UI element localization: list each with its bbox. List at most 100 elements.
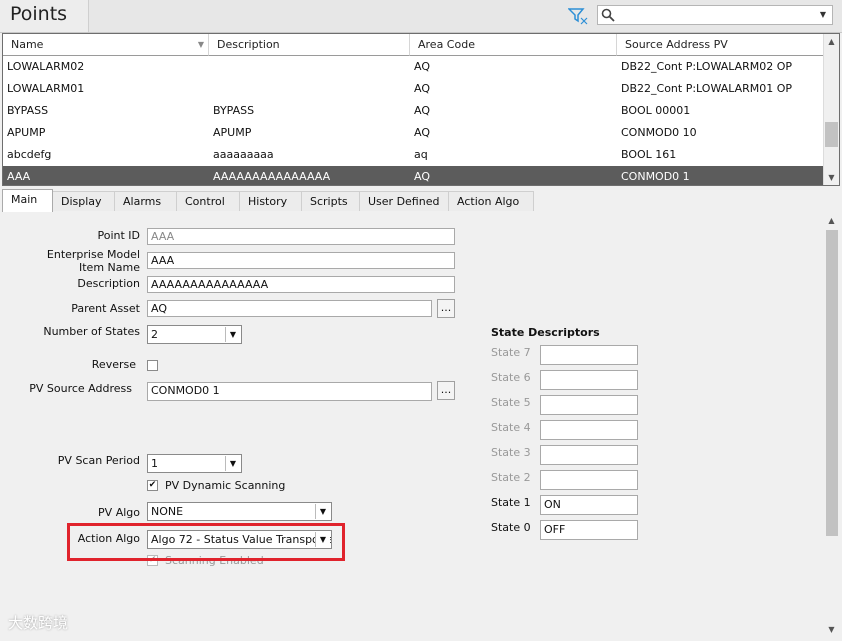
state-1-field[interactable]: ON xyxy=(540,495,638,515)
tab-scripts[interactable]: Scripts xyxy=(302,191,360,211)
filter-icon[interactable] xyxy=(568,7,588,25)
parent-asset-browse-button[interactable]: ... xyxy=(437,299,455,318)
cell-area-code: aq xyxy=(414,148,428,161)
table-row[interactable]: LOWALARM01 AQ DB22_Cont P:LOWALARM01 OP xyxy=(3,78,825,100)
state-2-label: State 2 xyxy=(491,471,531,484)
column-header-source-address[interactable]: Source Address PV xyxy=(617,34,825,56)
tab-user-defined[interactable]: User Defined xyxy=(360,191,449,211)
cell-source-address: DB22_Cont P:LOWALARM02 OP xyxy=(621,60,793,73)
reverse-label: Reverse xyxy=(91,358,136,371)
state-6-label: State 6 xyxy=(491,371,531,384)
cell-name: abcdefg xyxy=(7,148,52,161)
point-id-field: AAA xyxy=(147,228,455,245)
tab-alarms[interactable]: Alarms xyxy=(115,191,177,211)
cell-name: AAA xyxy=(7,170,31,183)
pv-algo-select[interactable]: NONE ▼ xyxy=(147,502,332,521)
tab-history[interactable]: History xyxy=(240,191,302,211)
cell-source-address: BOOL 00001 xyxy=(621,104,691,117)
tab-main[interactable]: Main xyxy=(2,189,53,212)
cell-area-code: AQ xyxy=(414,60,430,73)
state-1-label: State 1 xyxy=(491,496,531,509)
number-of-states-value: 2 xyxy=(151,328,158,341)
pv-scan-period-label: PV Scan Period xyxy=(57,454,140,467)
table-row[interactable]: LOWALARM02 AQ DB22_Cont P:LOWALARM02 OP xyxy=(3,56,825,78)
cell-source-address: CONMOD0 1 xyxy=(621,170,690,183)
state-3-label: State 3 xyxy=(491,446,531,459)
state-7-label: State 7 xyxy=(491,346,531,359)
number-of-states-select[interactable]: 2 ▼ xyxy=(147,325,242,344)
tab-control[interactable]: Control xyxy=(177,191,240,211)
chevron-down-icon[interactable]: ▼ xyxy=(225,456,240,471)
pv-source-address-browse-button[interactable]: ... xyxy=(437,381,455,400)
points-table: Name ▼ Description Area Code Source Addr… xyxy=(2,33,840,186)
state-descriptors-title: State Descriptors xyxy=(491,326,600,339)
pv-algo-value: NONE xyxy=(151,505,184,518)
cell-name: LOWALARM01 xyxy=(7,82,85,95)
pv-algo-label: PV Algo xyxy=(98,506,140,519)
cell-name: APUMP xyxy=(7,126,46,139)
page-title: Points xyxy=(10,3,68,25)
pv-dynamic-scanning-label: PV Dynamic Scanning xyxy=(165,479,286,492)
cell-description: BYPASS xyxy=(213,104,255,117)
reverse-checkbox[interactable] xyxy=(147,360,158,371)
search-input[interactable] xyxy=(620,7,814,25)
pv-scan-period-value: 1 xyxy=(151,457,158,470)
state-4-label: State 4 xyxy=(491,421,531,434)
table-row[interactable]: abcdefg aaaaaaaaa aq BOOL 161 xyxy=(3,144,825,166)
state-3-field[interactable] xyxy=(540,445,638,465)
state-2-field[interactable] xyxy=(540,470,638,490)
form-scroll-thumb[interactable] xyxy=(826,230,838,536)
pv-source-address-field[interactable]: CONMOD0 1 xyxy=(147,382,432,401)
enterprise-model-label-line1: Enterprise Model xyxy=(46,248,140,261)
state-5-label: State 5 xyxy=(491,396,531,409)
table-row-selected[interactable]: AAA AAAAAAAAAAAAAAA AQ CONMOD0 1 xyxy=(3,166,825,185)
cell-name: BYPASS xyxy=(7,104,49,117)
chevron-down-icon[interactable]: ▼ xyxy=(225,327,240,342)
state-6-field[interactable] xyxy=(540,370,638,390)
cell-area-code: AQ xyxy=(414,170,430,183)
tab-action-algo[interactable]: Action Algo xyxy=(449,191,534,211)
watermark-logo: 大数跨境 xyxy=(8,614,69,632)
pv-source-address-label: PV Source Address xyxy=(29,382,132,395)
cell-name: LOWALARM02 xyxy=(7,60,85,73)
enterprise-model-label: Enterprise Model Item Name xyxy=(2,248,140,274)
parent-asset-field[interactable]: AQ xyxy=(147,300,432,317)
cell-description: AAAAAAAAAAAAAAA xyxy=(213,170,331,183)
point-id-label: Point ID xyxy=(97,229,140,242)
sort-icon: ▼ xyxy=(197,40,204,49)
table-row[interactable]: APUMP APUMP AQ CONMOD0 10 xyxy=(3,122,825,144)
column-header-area-code[interactable]: Area Code xyxy=(410,34,617,56)
description-label: Description xyxy=(77,277,140,290)
scroll-up-icon[interactable]: ▲ xyxy=(824,34,839,49)
cell-source-address: CONMOD0 10 xyxy=(621,126,697,139)
table-row[interactable]: BYPASS BYPASS AQ BOOL 00001 xyxy=(3,100,825,122)
search-dropdown-icon[interactable]: ▼ xyxy=(815,7,831,23)
form-scrollbar[interactable]: ▲ ▼ xyxy=(824,212,840,638)
column-header-label: Name xyxy=(11,38,44,51)
pv-scan-period-select[interactable]: 1 ▼ xyxy=(147,454,242,473)
cell-area-code: AQ xyxy=(414,82,430,95)
cell-area-code: AQ xyxy=(414,104,430,117)
window-header: Points ▼ xyxy=(0,0,842,33)
table-scroll-thumb[interactable] xyxy=(825,122,838,147)
cell-description: APUMP xyxy=(213,126,252,139)
state-7-field[interactable] xyxy=(540,345,638,365)
state-0-field[interactable]: OFF xyxy=(540,520,638,540)
state-5-field[interactable] xyxy=(540,395,638,415)
state-4-field[interactable] xyxy=(540,420,638,440)
tab-display[interactable]: Display xyxy=(53,191,115,211)
description-field[interactable]: AAAAAAAAAAAAAAA xyxy=(147,276,455,293)
enterprise-model-field[interactable]: AAA xyxy=(147,252,455,269)
search-icon xyxy=(601,8,615,22)
scroll-up-icon[interactable]: ▲ xyxy=(824,213,839,228)
chevron-down-icon[interactable]: ▼ xyxy=(315,504,330,519)
search-box[interactable]: ▼ xyxy=(597,5,833,25)
column-header-description[interactable]: Description xyxy=(209,34,410,56)
main-tab-panel: Point ID AAA Enterprise Model Item Name … xyxy=(2,212,824,638)
column-header-name[interactable]: Name ▼ xyxy=(3,34,209,56)
pv-dynamic-scanning-checkbox[interactable]: ✔ xyxy=(147,480,158,491)
scroll-down-icon[interactable]: ▼ xyxy=(824,170,839,185)
table-scrollbar[interactable]: ▲ ▼ xyxy=(823,34,839,185)
scroll-down-icon[interactable]: ▼ xyxy=(824,622,839,637)
state-0-label: State 0 xyxy=(491,521,531,534)
